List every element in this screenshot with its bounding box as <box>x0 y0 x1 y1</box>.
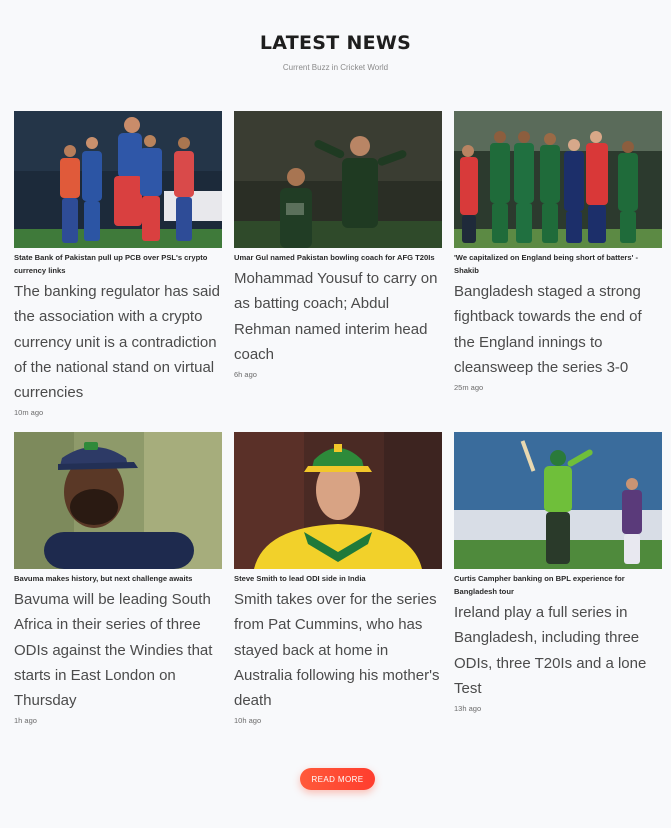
read-more-button[interactable]: READ MORE <box>300 768 375 790</box>
bavuma-portrait-photo <box>14 432 222 569</box>
news-description: Mohammad Yousuf to carry on as batting c… <box>234 270 438 363</box>
news-timestamp: 1h ago <box>14 716 37 726</box>
news-card[interactable]: State Bank of Pakistan pull up PCB over … <box>14 111 222 417</box>
karachi-kings-celebration-photo <box>14 111 222 248</box>
news-card[interactable]: Curtis Campher banking on BPL experience… <box>454 432 662 713</box>
news-thumbnail[interactable] <box>14 432 222 569</box>
news-thumbnail[interactable] <box>234 432 442 569</box>
news-card[interactable]: Steve Smith to lead ODI side in India Sm… <box>234 432 442 725</box>
news-headline[interactable]: Curtis Campher banking on BPL experience… <box>454 572 662 598</box>
news-headline[interactable]: Steve Smith to lead ODI side in India <box>234 572 442 585</box>
news-card[interactable]: 'We capitalized on England being short o… <box>454 111 662 392</box>
steve-smith-portrait-photo <box>234 432 442 569</box>
news-thumbnail[interactable] <box>454 432 662 569</box>
news-headline[interactable]: Umar Gul named Pakistan bowling coach fo… <box>234 251 442 264</box>
news-thumbnail[interactable] <box>14 111 222 248</box>
news-card[interactable]: Umar Gul named Pakistan bowling coach fo… <box>234 111 442 379</box>
news-card[interactable]: Bavuma makes history, but next challenge… <box>14 432 222 725</box>
news-description: Smith takes over for the series from Pat… <box>234 591 440 710</box>
news-timestamp: 10h ago <box>234 716 262 726</box>
news-description: Ireland play a full series in Bangladesh… <box>454 604 647 697</box>
news-headline[interactable]: State Bank of Pakistan pull up PCB over … <box>14 251 222 277</box>
news-thumbnail[interactable] <box>234 111 442 248</box>
news-headline[interactable]: 'We capitalized on England being short o… <box>454 251 662 277</box>
news-timestamp: 25m ago <box>454 383 484 393</box>
bangladesh-team-huddle-photo <box>454 111 662 248</box>
news-grid: State Bank of Pakistan pull up PCB over … <box>0 0 671 828</box>
news-timestamp: 6h ago <box>234 370 257 380</box>
news-description: The banking regulator has said the assoc… <box>14 283 220 402</box>
news-thumbnail[interactable] <box>454 111 662 248</box>
ireland-batter-photo <box>454 432 662 569</box>
news-description: Bangladesh staged a strong fightback tow… <box>454 283 642 376</box>
news-timestamp: 13h ago <box>454 704 482 714</box>
news-headline[interactable]: Bavuma makes history, but next challenge… <box>14 572 222 585</box>
news-description: Bavuma will be leading South Africa in t… <box>14 591 213 710</box>
pakistan-bowler-celebration-photo <box>234 111 442 248</box>
news-timestamp: 10m ago <box>14 408 44 418</box>
